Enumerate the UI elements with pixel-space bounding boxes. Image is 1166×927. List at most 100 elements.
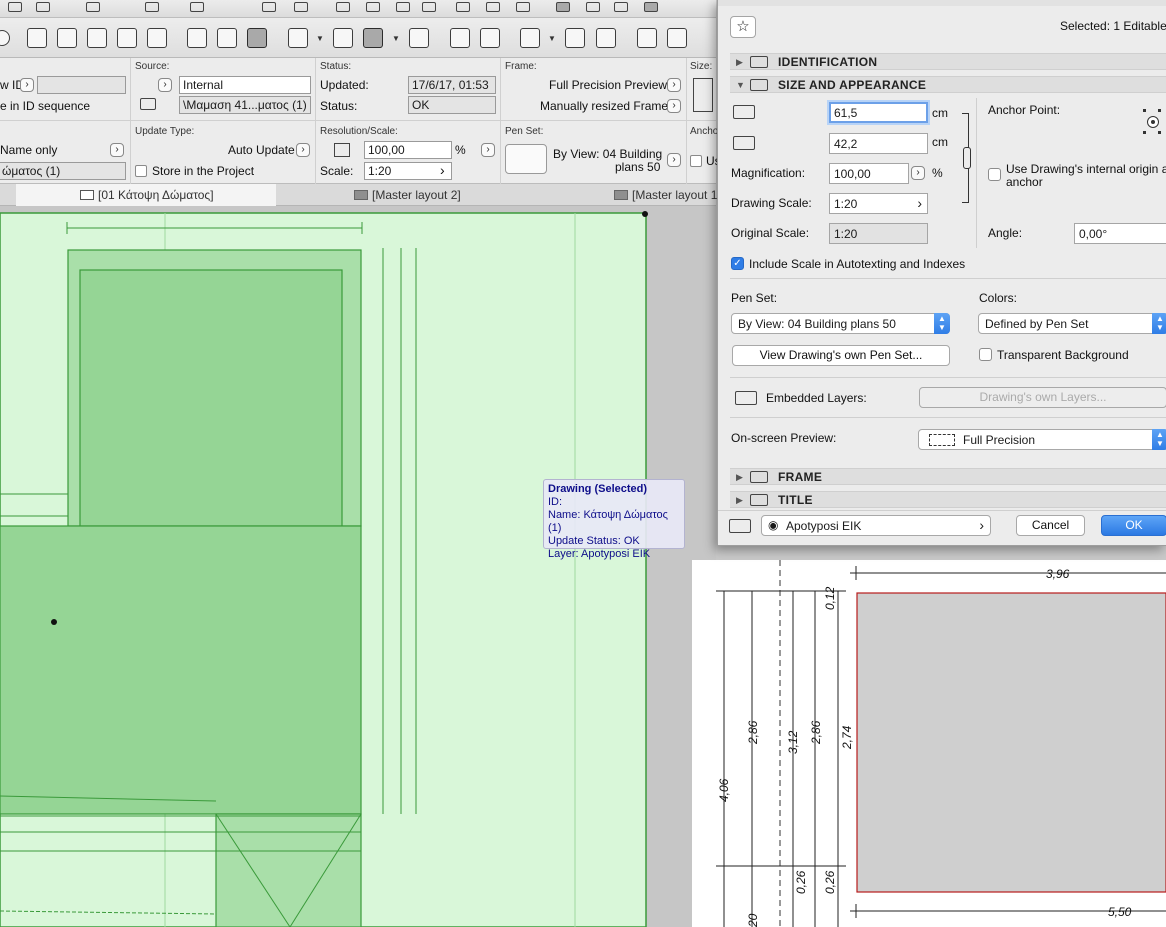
frame-value-2: Manually resized Frame	[540, 99, 669, 113]
cube-icon[interactable]	[117, 28, 137, 48]
layout-tab-icon	[354, 190, 368, 200]
name-arrow-button[interactable]: ›	[110, 143, 124, 157]
section-title[interactable]: ▶ TITLE	[730, 491, 1166, 508]
drawing-corner-handle[interactable]	[642, 211, 648, 217]
width-field[interactable]: 61,5	[829, 102, 928, 123]
store-in-project-checkbox[interactable]	[135, 165, 147, 177]
layer-popup[interactable]: ◉ Apotyposi EIK ›	[761, 515, 991, 536]
paste-icon[interactable]	[217, 28, 237, 48]
layer-value: Apotyposi EIK	[786, 519, 862, 533]
drawing-scale-label: Drawing Scale:	[731, 196, 812, 210]
drawing-anchor-dot[interactable]	[51, 619, 57, 625]
update-type-arrow-button[interactable]: ›	[296, 143, 310, 157]
stamp-icon[interactable]	[450, 28, 470, 48]
use-internal-origin-checkbox[interactable]	[988, 168, 1001, 181]
source-arrow-button[interactable]: ›	[158, 78, 172, 92]
export-icon[interactable]	[486, 2, 500, 12]
globe-icon[interactable]	[0, 30, 10, 46]
person-icon[interactable]	[294, 2, 308, 12]
fill-selected-icon[interactable]	[363, 28, 383, 48]
cancel-button[interactable]: Cancel	[1016, 515, 1085, 536]
section-size-appearance[interactable]: ▼ SIZE AND APPEARANCE	[730, 76, 1166, 93]
frame-arrow-button-2[interactable]: ›	[667, 99, 681, 113]
stamp2-icon[interactable]	[480, 28, 500, 48]
include-scale-checkbox[interactable]: ✓	[731, 257, 744, 270]
id-field[interactable]	[37, 76, 126, 94]
pin-icon[interactable]	[396, 2, 410, 12]
box-icon[interactable]	[145, 2, 159, 12]
flag-icon[interactable]	[637, 28, 657, 48]
section-label: TITLE	[778, 493, 813, 507]
eye-icon[interactable]	[586, 2, 600, 12]
section-identification[interactable]: ▶ IDENTIFICATION	[730, 53, 1166, 70]
source-field[interactable]: Internal	[179, 76, 311, 94]
tab-kato-psi[interactable]: [01 Κάτοψη Δώματος]	[16, 184, 276, 206]
window-icon[interactable]	[409, 28, 429, 48]
original-scale-label: Original Scale:	[731, 226, 810, 240]
snap-icon[interactable]	[36, 2, 50, 12]
angle-field[interactable]: 0,00°	[1074, 223, 1166, 244]
marquee-icon[interactable]	[288, 28, 308, 48]
frame-arrow-button-1[interactable]: ›	[667, 78, 681, 92]
colors-popup[interactable]: Defined by Pen Set ▲ ▼	[978, 313, 1166, 334]
height-field[interactable]: 42,2	[829, 133, 928, 154]
grid-icon[interactable]	[27, 28, 47, 48]
chevron-down-icon[interactable]: ▼	[548, 34, 556, 43]
dialog-titlebar[interactable]	[718, 0, 1166, 6]
ok-button[interactable]: OK	[1101, 515, 1166, 536]
home-icon[interactable]	[516, 2, 530, 12]
pen-icon[interactable]	[644, 2, 658, 12]
penset-header: Pen Set:	[505, 126, 544, 137]
chart-icon[interactable]	[456, 2, 470, 12]
magnification-arrow-button[interactable]: ›	[911, 166, 925, 180]
settings-icon[interactable]	[667, 28, 687, 48]
hammer-icon[interactable]	[366, 2, 380, 12]
penset-arrow-button[interactable]: ›	[667, 153, 681, 167]
arrow-icon[interactable]	[86, 2, 100, 12]
height-icon	[733, 136, 755, 150]
number-icon[interactable]	[262, 2, 276, 12]
drawings-own-layers-button[interactable]: Drawing's own Layers...	[919, 387, 1166, 408]
copy-icon[interactable]	[187, 28, 207, 48]
disclosure-right-icon: ▶	[736, 472, 744, 482]
drawing-scale-field[interactable]: 1:20	[829, 193, 928, 214]
view-pen-set-button[interactable]: View Drawing's own Pen Set...	[732, 345, 950, 366]
chevron-down-icon[interactable]: ▼	[392, 34, 400, 43]
favorites-star-icon[interactable]: ☆	[730, 16, 756, 38]
section-frame[interactable]: ▶ FRAME	[730, 468, 1166, 485]
eye-3d-icon[interactable]	[147, 28, 167, 48]
anchor-point-selector[interactable]	[1140, 106, 1166, 136]
camera-icon[interactable]	[520, 28, 540, 48]
tab-master-layout-1[interactable]: [Master layout 1	[610, 184, 717, 206]
chain-link-icon[interactable]	[963, 147, 971, 169]
pen-set-popup[interactable]: By View: 04 Building plans 50 ▲ ▼	[731, 313, 950, 334]
transparent-background-checkbox[interactable]	[979, 348, 992, 361]
use-origin-checkbox[interactable]	[690, 155, 702, 167]
tree-icon[interactable]	[87, 28, 107, 48]
house-icon[interactable]	[57, 28, 77, 48]
resolution-field[interactable]: 100,00	[364, 141, 452, 159]
chevron-down-icon[interactable]: ▼	[316, 34, 324, 43]
layers-icon[interactable]	[614, 2, 628, 12]
name-only-label: Name only	[0, 143, 58, 157]
scale-field[interactable]: 1:20	[364, 162, 452, 180]
tab-master-layout-2[interactable]: [Master layout 2]	[350, 184, 590, 206]
magnification-field[interactable]: 100,00	[829, 163, 909, 184]
id-arrow-button[interactable]: ›	[20, 78, 34, 92]
page-icon[interactable]	[190, 2, 204, 12]
layout-icon[interactable]	[247, 28, 267, 48]
cursor-icon[interactable]	[8, 2, 22, 12]
source-path-field[interactable]: \Μαμαση 41...ματος (1)	[179, 96, 311, 114]
resolution-arrow-button[interactable]: ›	[481, 143, 495, 157]
penset-icon[interactable]	[505, 144, 547, 174]
pin2-icon[interactable]	[422, 2, 436, 12]
fill-icon[interactable]	[333, 28, 353, 48]
name-field[interactable]: ώματος (1)	[0, 162, 126, 180]
publish-icon[interactable]	[565, 28, 585, 48]
onscreen-preview-value: Full Precision	[963, 433, 1036, 447]
chevron-right-icon[interactable]: ›	[440, 162, 445, 178]
building-icon[interactable]	[596, 28, 616, 48]
tool-selected-icon[interactable]	[556, 2, 570, 12]
onscreen-preview-popup[interactable]: Full Precision ▲ ▼	[918, 429, 1166, 450]
scissors-icon[interactable]	[336, 2, 350, 12]
